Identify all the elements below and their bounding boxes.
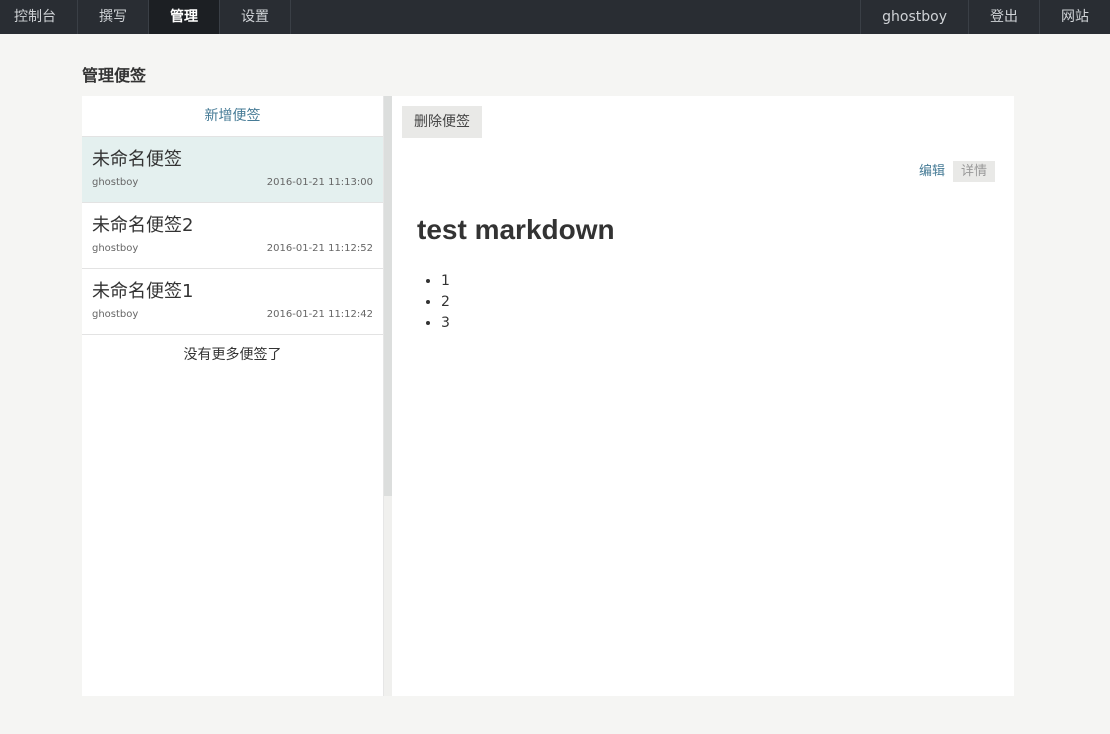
tab-edit[interactable]: 编辑 [911,161,953,182]
nav-left-group: 控制台 撰写 管理 设置 [0,0,291,34]
note-time: 2016-01-21 11:12:52 [266,243,373,254]
delete-note-button[interactable]: 删除便签 [402,106,482,138]
nav-website[interactable]: 网站 [1039,0,1110,34]
note-detail-panel: 删除便签 编辑 详情 test markdown 1 2 3 [392,96,1014,696]
note-time: 2016-01-21 11:12:42 [266,309,373,320]
scrollbar-thumb[interactable] [384,96,392,496]
list-item: 2 [441,292,450,313]
markdown-list: 1 2 3 [441,271,450,334]
note-meta: ghostboy 2016-01-21 11:12:52 [92,243,373,254]
nav-settings[interactable]: 设置 [220,0,291,34]
nav-write[interactable]: 撰写 [78,0,149,34]
note-item[interactable]: 未命名便签 ghostboy 2016-01-21 11:13:00 [82,137,383,203]
note-item[interactable]: 未命名便签1 ghostboy 2016-01-21 11:12:42 [82,269,383,335]
note-author: ghostboy [92,309,139,320]
tab-detail[interactable]: 详情 [952,161,995,182]
notes-list-panel: 新增便签 未命名便签 ghostboy 2016-01-21 11:13:00 … [82,96,384,696]
list-item: 3 [441,313,450,334]
nav-user[interactable]: ghostboy [860,0,968,34]
nav-logout[interactable]: 登出 [968,0,1039,34]
add-note-button[interactable]: 新增便签 [82,96,383,137]
top-navbar: 控制台 撰写 管理 设置 ghostboy 登出 网站 [0,0,1110,34]
nav-dashboard[interactable]: 控制台 [0,0,78,34]
note-item[interactable]: 未命名便签2 ghostboy 2016-01-21 11:12:52 [82,203,383,269]
page-title: 管理便签 [82,66,147,85]
note-title: 未命名便签1 [92,281,194,302]
note-author: ghostboy [92,243,139,254]
nav-right-group: ghostboy 登出 网站 [860,0,1110,34]
note-time: 2016-01-21 11:13:00 [266,177,373,188]
notes-scrollbar[interactable] [384,96,392,696]
note-author: ghostboy [92,177,139,188]
note-meta: ghostboy 2016-01-21 11:13:00 [92,177,373,188]
note-title: 未命名便签 [92,149,182,170]
markdown-heading: test markdown [417,214,615,245]
nav-manage[interactable]: 管理 [149,0,220,34]
note-title: 未命名便签2 [92,215,194,236]
note-meta: ghostboy 2016-01-21 11:12:42 [92,309,373,320]
list-item: 1 [441,271,450,292]
mode-tabs: 编辑 详情 [911,161,995,182]
no-more-notes-text: 没有更多便签了 [183,347,282,363]
